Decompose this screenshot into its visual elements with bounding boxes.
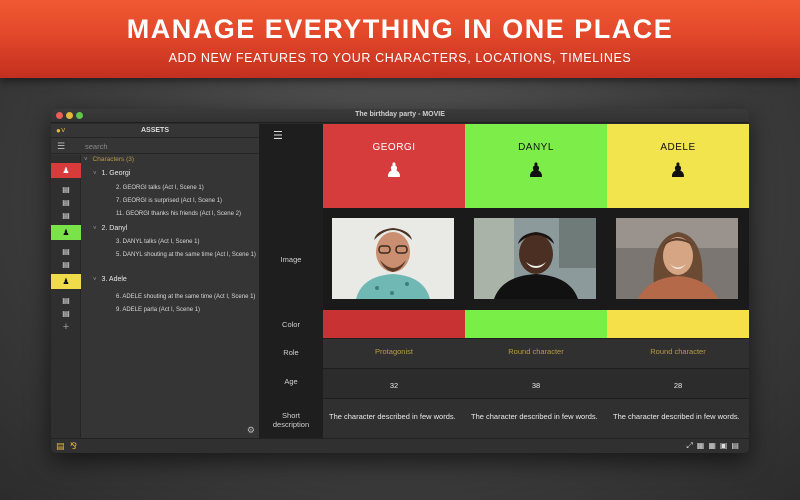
tree-character[interactable]: ˅ 3. Adele xyxy=(93,276,127,283)
character-column-danyl: DANYL ♟ Round character 38 The character… xyxy=(465,124,607,438)
film-icon[interactable]: ▤ xyxy=(51,294,81,307)
film-icon[interactable]: ▤ xyxy=(51,209,81,222)
search-input[interactable] xyxy=(85,141,245,152)
chevron-down-icon[interactable]: ˅ xyxy=(93,171,97,177)
network-icon[interactable]: ⅋ xyxy=(70,441,77,452)
tree-scene[interactable]: 6. ADELE shouting at the same time (Act … xyxy=(116,294,255,300)
window-titlebar: The birthday party - MOVIE xyxy=(51,109,749,123)
add-icon[interactable]: + xyxy=(51,321,81,334)
person-icon[interactable]: ♟ xyxy=(51,163,81,178)
row-label-color: Color xyxy=(282,320,300,329)
view-mode-icons[interactable]: ⤢▦▦▣▤ xyxy=(686,441,743,451)
row-label-age: Age xyxy=(284,377,298,386)
character-name: ADELE xyxy=(660,142,696,153)
tree-scene[interactable]: 7. GEORGI is surprised (Act I, Scene 1) xyxy=(116,198,222,204)
character-name: DANYL xyxy=(518,142,554,153)
tree-section[interactable]: ˅ Characters (3) xyxy=(84,156,134,163)
app-window: The birthday party - MOVIE ●˅ ASSETS ☰ ♟… xyxy=(51,109,749,453)
image-cell[interactable] xyxy=(323,208,465,310)
image-cell[interactable] xyxy=(465,208,607,310)
role-cell[interactable]: Round character xyxy=(607,338,749,368)
chevron-down-icon[interactable]: ˅ xyxy=(93,226,97,232)
age-cell[interactable]: 28 xyxy=(607,368,749,398)
column-header[interactable]: GEORGI ♟ xyxy=(323,124,465,208)
character-grid: ☰ Image Color Role Age Short description… xyxy=(259,124,749,438)
character-portrait xyxy=(332,218,454,299)
assets-sidebar: ●˅ ASSETS ☰ ♟ ▤ ▤ ▤ ♟ ▤ ▤ ♟ ▤ ▤ + ˅Chara… xyxy=(51,124,259,438)
person-icon[interactable]: ♟ xyxy=(51,225,81,240)
film-icon[interactable]: ▤ xyxy=(51,183,81,196)
promo-banner: MANAGE EVERYTHING IN ONE PLACE ADD NEW F… xyxy=(0,0,800,78)
tree-scene[interactable]: 9. ADELE parla (Act I, Scene 1) xyxy=(116,307,200,313)
sidebar-header: ●˅ ASSETS xyxy=(51,124,259,138)
sidebar-title: ASSETS xyxy=(140,127,169,134)
character-portrait xyxy=(474,218,596,299)
short-description-cell[interactable]: The character described in few words. xyxy=(465,398,607,438)
tree-character[interactable]: ˅ 2. Danyl xyxy=(93,225,127,232)
person-icon: ♟ xyxy=(669,160,687,182)
age-cell[interactable]: 38 xyxy=(465,368,607,398)
assets-tree: ˅ Characters (3) ˅ 1. Georgi 2. GEORGI tal… xyxy=(81,155,259,438)
chevron-down-icon[interactable]: ˅ xyxy=(93,277,97,283)
tree-character[interactable]: ˅ 1. Georgi xyxy=(93,170,130,177)
tree-scene[interactable]: 3. DANYL talks (Act I, Scene 1) xyxy=(116,239,199,245)
tree-scene[interactable]: 2. GEORGI talks (Act I, Scene 1) xyxy=(116,185,204,191)
age-cell[interactable]: 32 xyxy=(323,368,465,398)
row-label-short-description: Short description xyxy=(272,411,310,429)
bottom-toolbar: ▤ ⅋ ⤢▦▦▣▤ xyxy=(51,438,749,453)
sidebar-icon-column: ♟ ▤ ▤ ▤ ♟ ▤ ▤ ♟ ▤ ▤ + xyxy=(51,155,81,438)
banner-title: MANAGE EVERYTHING IN ONE PLACE xyxy=(126,14,674,44)
role-cell[interactable]: Round character xyxy=(465,338,607,368)
person-icon[interactable]: ♟ xyxy=(51,274,81,289)
column-header[interactable]: DANYL ♟ xyxy=(465,124,607,208)
role-cell[interactable]: Protagonist xyxy=(323,338,465,368)
row-labels: ☰ Image Color Role Age Short description xyxy=(259,124,323,438)
color-swatch[interactable] xyxy=(465,310,607,338)
tree-scene[interactable]: 5. DANYL shouting at the same time (Act … xyxy=(116,252,256,258)
tree-scene[interactable]: 11. GEORGI thanks his friends (Act I, Sc… xyxy=(116,211,241,217)
image-cell[interactable] xyxy=(607,208,749,310)
gear-icon[interactable]: ⚙ xyxy=(247,425,255,436)
film-icon[interactable]: ▤ xyxy=(51,245,81,258)
sidebar-search-bar: ☰ xyxy=(51,139,259,154)
window-title: The birthday party - MOVIE xyxy=(355,111,445,118)
film-icon[interactable]: ▤ xyxy=(51,196,81,209)
row-label-role: Role xyxy=(283,348,299,357)
menu-icon[interactable]: ☰ xyxy=(273,129,283,142)
short-description-cell[interactable]: The character described in few words. xyxy=(607,398,749,438)
chevron-down-icon[interactable]: ˅ xyxy=(84,157,88,163)
character-column-georgi: GEORGI ♟ Protagonist 32 The character de xyxy=(323,124,465,438)
short-description-cell[interactable]: The character described in few words. xyxy=(323,398,465,438)
color-swatch[interactable] xyxy=(607,310,749,338)
character-portrait xyxy=(616,218,738,299)
film-icon[interactable]: ▤ xyxy=(56,441,65,452)
character-name: GEORGI xyxy=(372,142,416,153)
column-header[interactable]: ADELE ♟ xyxy=(607,124,749,208)
person-icon: ♟ xyxy=(527,160,545,182)
character-column-adele: ADELE ♟ Round character 28 The character… xyxy=(607,124,749,438)
banner-subtitle: ADD NEW FEATURES TO YOUR CHARACTERS, LOC… xyxy=(168,51,632,65)
film-icon[interactable]: ▤ xyxy=(51,258,81,271)
color-swatch[interactable] xyxy=(323,310,465,338)
filter-icon[interactable]: ☰ xyxy=(57,141,65,152)
film-icon[interactable]: ▤ xyxy=(51,307,81,320)
row-label-image: Image xyxy=(280,255,302,264)
person-icon: ♟ xyxy=(385,160,403,182)
